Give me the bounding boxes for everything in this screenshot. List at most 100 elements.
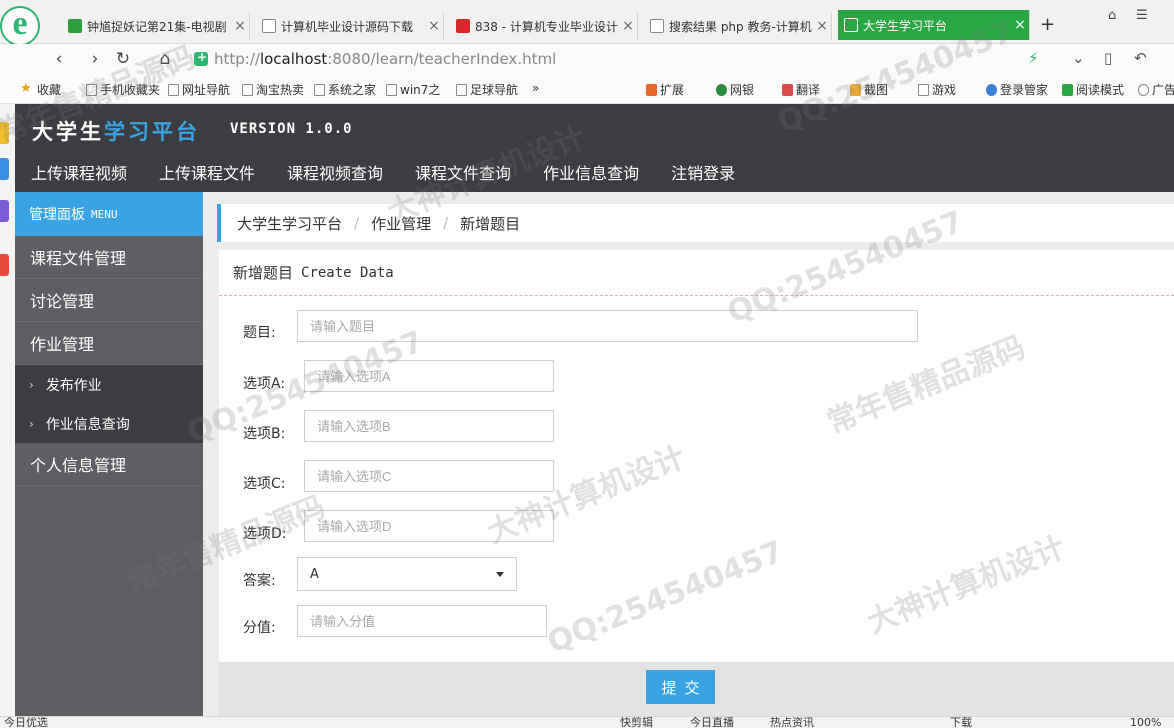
address-bar: ‹ › ↻ ⌂ http://localhost:8080/learn/teac… <box>0 44 1174 74</box>
close-icon[interactable]: × <box>425 18 443 34</box>
answer-label: 答案: <box>243 573 276 589</box>
option-a-input[interactable] <box>304 360 554 392</box>
bookmark-item[interactable]: 网址导航 <box>168 81 230 98</box>
top-nav: 上传课程视频 上传课程文件 课程视频查询 课程文件查询 作业信息查询 注销登录 <box>15 160 751 184</box>
answer-select[interactable]: A <box>297 557 517 591</box>
new-tab-button[interactable]: + <box>1040 14 1055 35</box>
tab-3[interactable]: 838 - 计算机专业毕业设计 × <box>450 12 638 40</box>
breadcrumb-home[interactable]: 大学生学习平台 <box>237 213 342 234</box>
title-label: 题目: <box>243 325 276 341</box>
undo-icon[interactable]: ↶ <box>1134 49 1147 67</box>
status-item[interactable]: 今日直播 <box>690 717 734 728</box>
home-icon[interactable]: ⌂ <box>154 48 176 70</box>
close-icon[interactable]: × <box>619 18 637 34</box>
option-c-input[interactable] <box>304 460 554 492</box>
tab-1[interactable]: 钟馗捉妖记第21集-电视剧 × <box>62 12 250 40</box>
nav-file-query[interactable]: 课程文件查询 <box>415 160 511 184</box>
tab-active[interactable]: 大学生学习平台 × <box>838 10 1030 40</box>
sidebar-subitem-publish[interactable]: › 发布作业 <box>15 365 203 404</box>
refresh-icon[interactable]: ↻ <box>112 48 134 70</box>
bookmark-item[interactable]: win7之 <box>386 81 440 98</box>
bookmark-favorites[interactable]: ★ 收藏 <box>20 81 61 98</box>
tool-screenshot[interactable]: 截图 <box>850 81 888 98</box>
tab-2[interactable]: 计算机毕业设计源码下载 × <box>256 12 444 40</box>
status-item[interactable]: 快剪辑 <box>620 717 653 728</box>
sidebar-subitem-homework-query[interactable]: › 作业信息查询 <box>15 404 203 443</box>
option-d-label: 选项D: <box>243 526 287 542</box>
app-icon[interactable] <box>0 200 9 222</box>
book-icon <box>1062 83 1073 96</box>
score-label: 分值: <box>243 620 276 636</box>
sidebar-item-course-files[interactable]: 课程文件管理 <box>15 236 203 279</box>
video-site-icon <box>68 19 82 33</box>
page-icon <box>386 83 397 96</box>
close-icon[interactable]: × <box>231 18 249 34</box>
forward-icon[interactable]: › <box>84 48 106 70</box>
tool-adblock[interactable]: 广告 <box>1138 81 1174 98</box>
app-logo-title: 大学生学习平台 <box>32 120 200 144</box>
option-a-label: 选项A: <box>243 376 286 392</box>
chevron-right-icon: › <box>29 377 34 392</box>
chevron-down-icon[interactable]: ⌄ <box>1072 49 1085 67</box>
close-icon[interactable]: × <box>813 18 831 34</box>
panel-title: 新增题目 Create Data <box>219 250 1174 296</box>
tool-reading-mode[interactable]: 阅读模式 <box>1062 81 1124 98</box>
sidebar-item-profile[interactable]: 个人信息管理 <box>15 443 203 486</box>
sidebar-submenu: › 发布作业 › 作业信息查询 <box>15 365 203 443</box>
tab-4[interactable]: 搜索结果 php 教务-计算机 × <box>644 12 832 40</box>
menu-icon[interactable]: ☰ <box>1136 8 1148 23</box>
submit-button[interactable]: 提交 <box>646 670 715 704</box>
app-header: 大学生学习平台 VERSION 1.0.0 上传课程视频 上传课程文件 课程视频… <box>15 104 1174 192</box>
bookmarks-more[interactable]: » <box>532 81 539 95</box>
app-icon[interactable] <box>0 158 9 180</box>
phone-icon[interactable]: ▯ <box>1104 49 1112 67</box>
page-icon <box>844 18 858 32</box>
bookmarks-bar: ★ 收藏 手机收藏夹 网址导航 淘宝热卖 系统之家 win7之 足球导航 » 扩展… <box>0 74 1174 104</box>
bank-icon <box>716 83 727 96</box>
skin-icon[interactable]: ⌂ <box>1108 8 1116 23</box>
nav-upload-video[interactable]: 上传课程视频 <box>31 160 127 184</box>
option-b-label: 选项B: <box>243 426 286 442</box>
page-icon <box>242 83 253 96</box>
back-icon[interactable]: ‹ <box>48 48 70 70</box>
sidebar: 管理面板 MENU 课程文件管理 讨论管理 作业管理 › 发布作业 › 作业信息查询 … <box>15 192 203 716</box>
accelerate-icon[interactable]: ⚡ <box>1028 49 1039 67</box>
status-left[interactable]: 今日优选 <box>4 717 48 728</box>
url-input[interactable]: http://localhost:8080/learn/teacherIndex… <box>194 48 1074 70</box>
sidebar-header: 管理面板 MENU <box>15 192 203 236</box>
tool-games[interactable]: 游戏 <box>918 81 956 98</box>
status-bar: 今日优选 快剪辑 今日直播 热点资讯 下载 100% <box>0 716 1174 728</box>
score-input[interactable] <box>297 605 547 637</box>
bookmark-item[interactable]: 手机收藏夹 <box>86 81 160 98</box>
option-b-input[interactable] <box>304 410 554 442</box>
bookmark-item[interactable]: 足球导航 <box>456 81 518 98</box>
security-shield-icon <box>194 50 208 66</box>
main-content: 大学生学习平台 / 作业管理 / 新增题目 新增题目 Create Data 题目… <box>203 192 1174 716</box>
sidebar-item-discussion[interactable]: 讨论管理 <box>15 279 203 322</box>
nav-logout[interactable]: 注销登录 <box>671 160 735 184</box>
browser-tab-strip: e 钟馗捉妖记第21集-电视剧 × 计算机毕业设计源码下载 × 838 - 计算… <box>0 0 1174 46</box>
nav-upload-file[interactable]: 上传课程文件 <box>159 160 255 184</box>
sidebar-item-homework[interactable]: 作业管理 <box>15 322 203 365</box>
tool-extensions[interactable]: 扩展 <box>646 81 684 98</box>
close-icon[interactable]: × <box>1011 17 1029 33</box>
bookmark-item[interactable]: 系统之家 <box>314 81 376 98</box>
tool-login-manager[interactable]: 登录管家 <box>986 81 1048 98</box>
bookmark-item[interactable]: 淘宝热卖 <box>242 81 304 98</box>
app-version: VERSION 1.0.0 <box>230 121 353 137</box>
tool-translate[interactable]: 翻译 <box>782 81 820 98</box>
nav-homework-query[interactable]: 作业信息查询 <box>543 160 639 184</box>
option-c-label: 选项C: <box>243 476 286 492</box>
folder-icon[interactable] <box>0 122 9 144</box>
status-item[interactable]: 下载 <box>950 717 972 728</box>
tool-bank[interactable]: 网银 <box>716 81 754 98</box>
option-d-input[interactable] <box>304 510 554 542</box>
breadcrumb-section[interactable]: 作业管理 <box>371 213 431 234</box>
page-icon <box>168 83 179 96</box>
app-icon[interactable] <box>0 254 9 276</box>
nav-video-query[interactable]: 课程视频查询 <box>287 160 383 184</box>
status-item[interactable]: 热点资讯 <box>770 717 814 728</box>
zoom-level[interactable]: 100% <box>1130 717 1161 728</box>
page-icon <box>262 19 276 33</box>
title-input[interactable] <box>297 310 918 342</box>
